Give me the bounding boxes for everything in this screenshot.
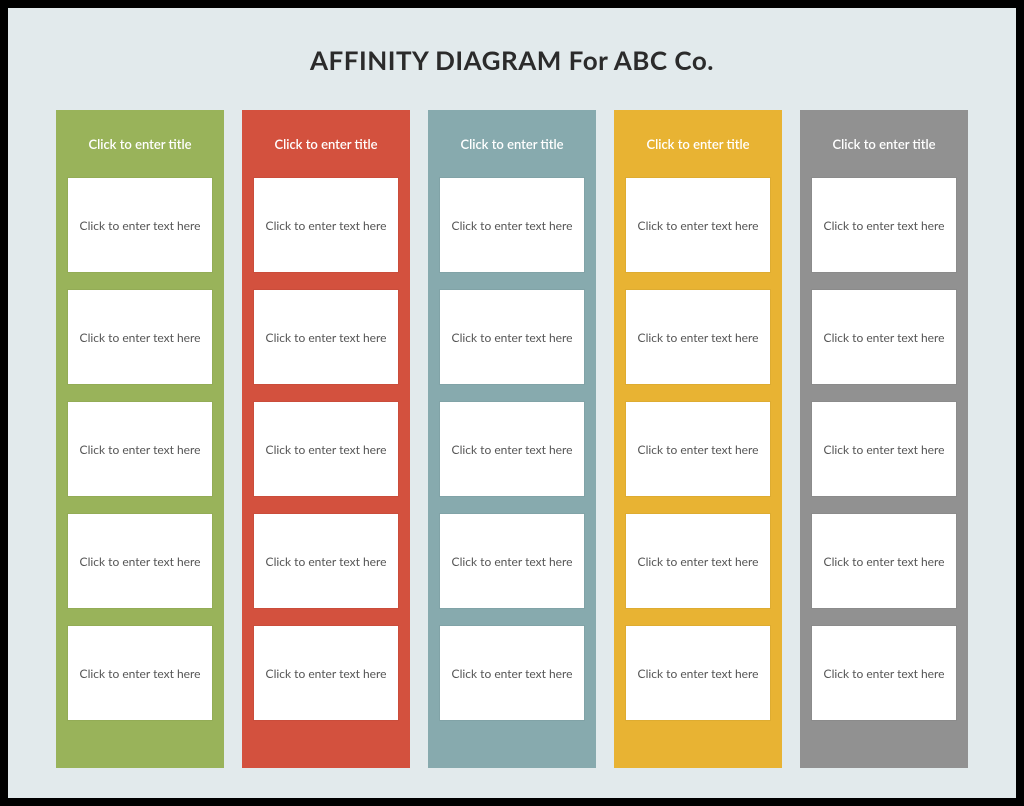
card[interactable]: Click to enter text here xyxy=(812,402,956,496)
card[interactable]: Click to enter text here xyxy=(68,626,212,720)
card[interactable]: Click to enter text here xyxy=(812,290,956,384)
column-5: Click to enter titleClick to enter text … xyxy=(800,110,968,768)
column-title[interactable]: Click to enter title xyxy=(68,110,212,178)
card[interactable]: Click to enter text here xyxy=(68,402,212,496)
diagram-canvas: AFFINITY DIAGRAM For ABC Co. Click to en… xyxy=(8,8,1016,798)
card[interactable]: Click to enter text here xyxy=(68,178,212,272)
card[interactable]: Click to enter text here xyxy=(626,626,770,720)
column-3: Click to enter titleClick to enter text … xyxy=(428,110,596,768)
column-4: Click to enter titleClick to enter text … xyxy=(614,110,782,768)
card[interactable]: Click to enter text here xyxy=(440,626,584,720)
columns-container: Click to enter titleClick to enter text … xyxy=(56,110,968,768)
column-title[interactable]: Click to enter title xyxy=(254,110,398,178)
column-title[interactable]: Click to enter title xyxy=(626,110,770,178)
card[interactable]: Click to enter text here xyxy=(812,626,956,720)
card[interactable]: Click to enter text here xyxy=(254,178,398,272)
card[interactable]: Click to enter text here xyxy=(254,402,398,496)
column-title[interactable]: Click to enter title xyxy=(440,110,584,178)
card[interactable]: Click to enter text here xyxy=(626,178,770,272)
card[interactable]: Click to enter text here xyxy=(440,178,584,272)
outer-frame: AFFINITY DIAGRAM For ABC Co. Click to en… xyxy=(0,0,1024,806)
card[interactable]: Click to enter text here xyxy=(626,514,770,608)
card[interactable]: Click to enter text here xyxy=(812,514,956,608)
card[interactable]: Click to enter text here xyxy=(440,290,584,384)
card[interactable]: Click to enter text here xyxy=(440,514,584,608)
column-1: Click to enter titleClick to enter text … xyxy=(56,110,224,768)
card[interactable]: Click to enter text here xyxy=(254,626,398,720)
card[interactable]: Click to enter text here xyxy=(812,178,956,272)
column-2: Click to enter titleClick to enter text … xyxy=(242,110,410,768)
card[interactable]: Click to enter text here xyxy=(254,290,398,384)
card[interactable]: Click to enter text here xyxy=(440,402,584,496)
card[interactable]: Click to enter text here xyxy=(68,514,212,608)
column-title[interactable]: Click to enter title xyxy=(812,110,956,178)
diagram-title[interactable]: AFFINITY DIAGRAM For ABC Co. xyxy=(56,44,968,76)
card[interactable]: Click to enter text here xyxy=(626,290,770,384)
card[interactable]: Click to enter text here xyxy=(68,290,212,384)
card[interactable]: Click to enter text here xyxy=(254,514,398,608)
card[interactable]: Click to enter text here xyxy=(626,402,770,496)
